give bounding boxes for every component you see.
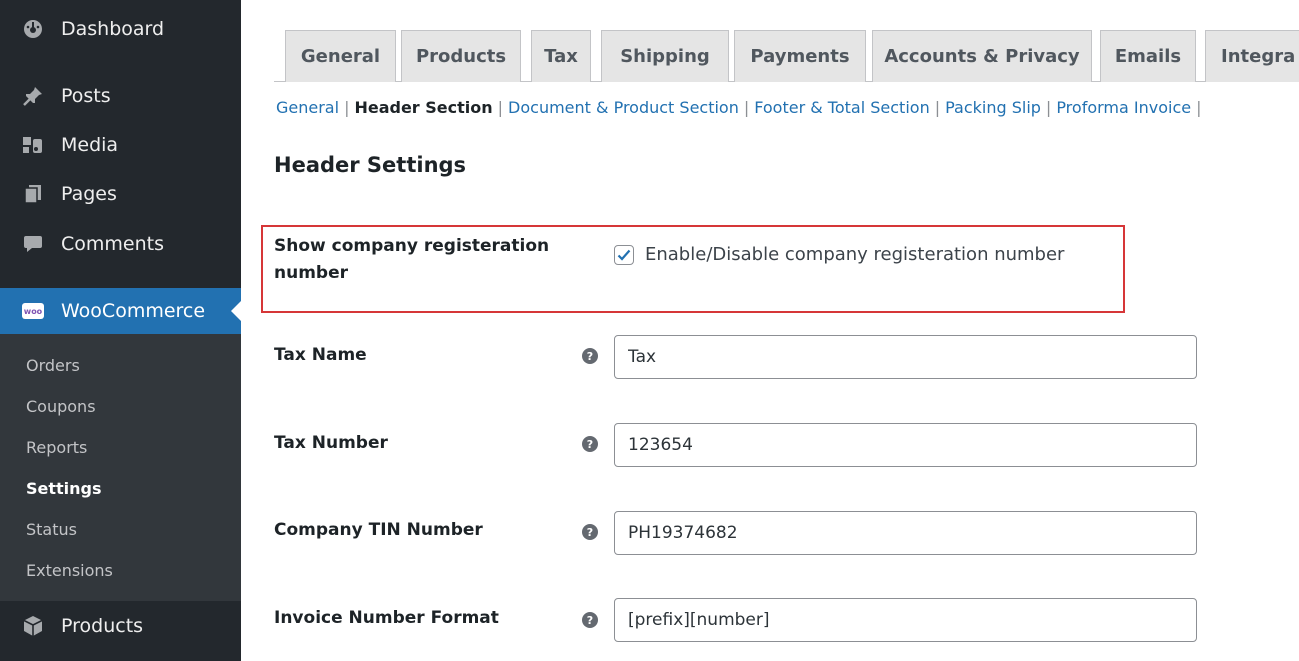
menu-label-products: Products [61, 615, 144, 637]
menu-label-posts: Posts [61, 85, 111, 107]
tax-name-label: Tax Name [274, 345, 367, 365]
tab-integration[interactable]: Integra [1205, 30, 1299, 82]
subnav-document-product[interactable]: Document & Product Section [508, 98, 739, 117]
box-icon [22, 615, 44, 637]
menu-item-posts[interactable]: Posts [0, 73, 241, 119]
media-icon [22, 134, 44, 156]
help-icon[interactable]: ? [582, 524, 598, 540]
tab-shipping[interactable]: Shipping [601, 30, 729, 82]
woocommerce-submenu: Orders Coupons Reports Settings Status E… [0, 334, 241, 601]
tab-payments[interactable]: Payments [734, 30, 866, 82]
tab-tax[interactable]: Tax [531, 30, 591, 82]
company-registration-checkbox[interactable] [614, 244, 634, 265]
help-icon[interactable]: ? [582, 348, 598, 364]
submenu-item-reports[interactable]: Reports [26, 438, 87, 457]
section-subnav: General | Header Section | Document & Produc… [276, 98, 1202, 117]
tab-products[interactable]: Products [401, 30, 521, 82]
help-icon[interactable]: ? [582, 612, 598, 628]
menu-label-dashboard: Dashboard [61, 18, 165, 40]
company-registration-label: Show company registeration number [274, 233, 549, 287]
label-line-1: Show company registeration [274, 236, 550, 256]
tax-number-label: Tax Number [274, 433, 388, 453]
subnav-header-section[interactable]: Header Section [354, 98, 492, 117]
menu-item-woocommerce[interactable]: woo WooCommerce [0, 288, 241, 334]
checkbox-label: Enable/Disable company registeration num… [645, 244, 1065, 265]
company-tin-label: Company TIN Number [274, 520, 483, 540]
label-line-2: number [274, 263, 349, 283]
menu-item-dashboard[interactable]: Dashboard [0, 6, 241, 52]
menu-label-comments: Comments [61, 233, 164, 255]
dashboard-icon [22, 18, 44, 40]
tax-number-input[interactable] [614, 423, 1197, 467]
woo-icon: woo [22, 300, 44, 322]
company-registration-checkbox-row[interactable]: Enable/Disable company registeration num… [614, 244, 1064, 265]
current-menu-arrow [231, 301, 241, 321]
tax-name-input[interactable] [614, 335, 1197, 379]
company-tin-input[interactable] [614, 511, 1197, 555]
check-icon [617, 249, 631, 261]
menu-item-products[interactable]: Products [0, 603, 241, 649]
pages-icon [22, 183, 44, 205]
tab-accounts-privacy[interactable]: Accounts & Privacy [872, 30, 1092, 82]
menu-label-pages: Pages [61, 183, 117, 205]
submenu-item-orders[interactable]: Orders [26, 356, 80, 375]
submenu-item-status[interactable]: Status [26, 520, 77, 539]
invoice-number-format-label: Invoice Number Format [274, 608, 499, 628]
invoice-number-format-input[interactable] [614, 598, 1197, 642]
help-icon[interactable]: ? [582, 436, 598, 452]
page-title: Header Settings [274, 153, 467, 177]
subnav-packing-slip[interactable]: Packing Slip [945, 98, 1041, 117]
tab-general[interactable]: General [285, 30, 396, 82]
menu-item-comments[interactable]: Comments [0, 221, 241, 267]
menu-label-woocommerce: WooCommerce [61, 300, 206, 322]
comment-icon [22, 233, 44, 255]
subnav-footer-total[interactable]: Footer & Total Section [754, 98, 929, 117]
menu-item-media[interactable]: Media [0, 122, 241, 168]
submenu-item-coupons[interactable]: Coupons [26, 397, 96, 416]
subnav-general[interactable]: General [276, 98, 339, 117]
subnav-proforma-invoice[interactable]: Proforma Invoice [1056, 98, 1191, 117]
menu-label-media: Media [61, 134, 119, 156]
menu-item-pages[interactable]: Pages [0, 171, 241, 217]
admin-sidebar: Dashboard Posts Media Pages Comments woo… [0, 0, 241, 661]
submenu-item-settings[interactable]: Settings [26, 479, 102, 498]
submenu-item-extensions[interactable]: Extensions [26, 561, 113, 580]
pin-icon [22, 85, 44, 107]
tab-emails[interactable]: Emails [1100, 30, 1196, 82]
woo-icon-text: woo [22, 303, 44, 319]
settings-tabs: General Products Tax Shipping Payments A… [274, 30, 1299, 82]
